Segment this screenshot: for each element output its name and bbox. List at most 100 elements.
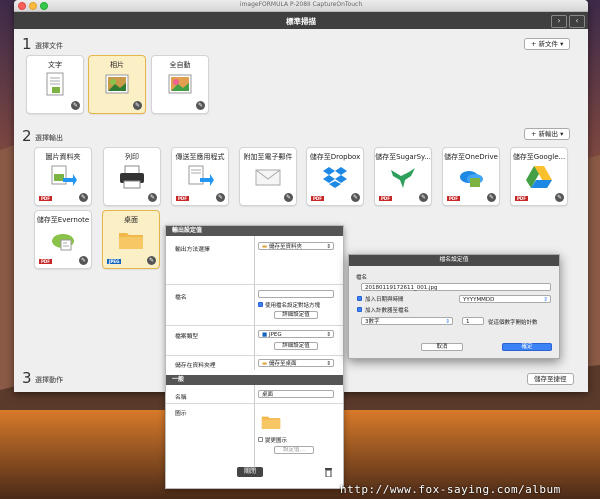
add-date-checkbox[interactable] [357,296,362,301]
tile-label: 相片 [110,61,124,69]
new-document-button[interactable]: + 新文件 ▾ [524,38,571,50]
filetype-detail-button[interactable]: 詳細設定值 [274,342,318,350]
pdf-badge: PDF [39,259,52,264]
output-tile-dropbox[interactable]: 儲存至Dropbox PDF ✎ [306,147,364,206]
filename-settings-dialog: 檔名設定值 檔名 20180119172611_001.jpg 加入日期與時間 … [348,254,560,359]
document-tile-photo[interactable]: 相片 ✎ [88,55,146,114]
dropdown-icon: ⇕ [326,361,331,367]
save-in-folder-value: 儲存至桌面 [268,361,297,367]
hummingbird-icon [391,168,415,188]
edit-pencil-icon[interactable]: ✎ [196,101,205,110]
window-titlebar: imageFORMULA P-208II CaptureOnTouch [14,0,588,12]
step-3-number: 3 [22,369,32,387]
edit-pencil-icon[interactable]: ✎ [419,193,428,202]
folder-icon: ▬ [262,361,268,367]
auto-document-icon [168,74,192,94]
step-2-number: 2 [22,127,32,145]
output-settings-panel: 輸出設定值 輸出方法選擇 ▬ 儲存至資料夾 ⇕ 檔名 使用檔名設定對話方塊 詳細設… [165,225,344,489]
document-tile-auto[interactable]: 全自動 ✎ [151,55,209,114]
output-tile-email[interactable]: 附加至電子郵件 ✎ [239,147,297,206]
pdf-badge: PDF [176,196,189,201]
change-icon-label: 變更圖示 [265,438,288,444]
scan-toolbar: 標準掃描 › ‹ [14,12,588,29]
dropdown-icon: ⇕ [445,319,450,325]
edit-pencil-icon[interactable]: ✎ [79,256,88,265]
output-tile-evernote[interactable]: 儲存至Evernote PDF ✎ [34,210,92,269]
tile-label: 儲存至SugarSy... [375,153,431,161]
filetype-select[interactable]: ■ JPEG ⇕ [258,330,334,338]
name-input[interactable]: 桌面 [258,390,334,398]
tile-label: 圖片資料夾 [45,153,81,161]
tile-label: 文字 [48,61,62,69]
tile-label: 儲存至OneDrive [444,153,498,161]
output-method-label: 輸出方法選擇 [175,247,210,253]
edit-pencil-icon[interactable]: ✎ [148,193,157,202]
app-output-icon [188,165,214,186]
tile-label: 附加至電子郵件 [243,153,293,161]
counter-digits-select[interactable]: 3數字 ⇕ [361,317,453,325]
output-tile-send-to-app[interactable]: 傳送至應用程式 PDF ✎ [171,147,229,206]
edit-pencil-icon[interactable]: ✎ [147,256,156,265]
filename-detail-button[interactable]: 詳細設定值 [274,311,318,319]
output-tile-google-drive[interactable]: 儲存至Google... PDF ✎ [510,147,568,206]
edit-pencil-icon[interactable]: ✎ [487,193,496,202]
output-tile-onedrive[interactable]: 儲存至OneDrive PDF ✎ [442,147,500,206]
step-1-number: 1 [22,35,32,53]
filename-input[interactable] [258,290,334,298]
edit-pencil-icon[interactable]: ✎ [216,193,225,202]
dialog-filename-label: 檔名 [356,275,368,281]
close-panel-button[interactable]: 關閉 [237,467,263,477]
tile-label: 儲存至Dropbox [309,153,361,161]
window-title: imageFORMULA P-208II CaptureOnTouch [239,1,363,8]
folder-icon [119,233,143,249]
dropdown-icon: ⇕ [543,297,548,303]
nav-buttons: › ‹ [551,15,585,28]
new-output-button[interactable]: + 新輸出 ▾ [524,128,571,140]
document-tile-text[interactable]: 文字 ✎ [26,55,84,114]
google-drive-icon [526,166,552,188]
save-in-folder-select[interactable]: ▬ 儲存至桌面 ⇕ [258,359,334,367]
edit-pencil-icon[interactable]: ✎ [79,193,88,202]
folder-icon [261,416,281,429]
icon-settings-button[interactable]: 設定值… [274,446,314,454]
dropdown-icon: ⇕ [326,244,331,250]
output-method-select[interactable]: ▬ 儲存至資料夾 ⇕ [258,242,334,250]
dropdown-icon: ⇕ [326,332,331,338]
dialog-cancel-button[interactable]: 取消 [421,343,463,351]
pdf-badge: PDF [39,196,52,201]
onedrive-icon [460,171,483,187]
counter-start-input[interactable]: 1 [462,317,484,325]
filetype-label: 檔案類型 [175,334,199,340]
use-filename-rule-checkbox[interactable] [258,302,263,307]
change-icon-checkbox[interactable] [258,437,263,442]
date-format-select[interactable]: YYYYMMDD ⇕ [459,295,551,303]
date-format-value: YYYYMMDD [463,297,495,303]
save-shortcut-button[interactable]: 儲存至捷徑 [527,373,574,385]
counter-digits-value: 3數字 [365,319,380,325]
edit-pencil-icon[interactable]: ✎ [133,101,142,110]
edit-pencil-icon[interactable]: ✎ [555,193,564,202]
dialog-filename-input[interactable]: 20180119172611_001.jpg [361,283,551,291]
edit-pencil-icon[interactable]: ✎ [284,193,293,202]
output-tile-picture-folder[interactable]: 圖片資料夾 PDF ✎ [34,147,92,206]
edit-pencil-icon[interactable]: ✎ [71,101,80,110]
trash-icon[interactable] [324,467,333,477]
envelope-icon [255,169,281,186]
forward-button[interactable]: › [551,15,567,28]
back-button[interactable]: ‹ [569,15,585,28]
row-divider [166,325,343,326]
add-counter-checkbox[interactable] [357,307,362,312]
dialog-ok-button[interactable]: 確定 [502,343,552,351]
evernote-icon [52,234,74,251]
output-tile-desktop[interactable]: 桌面 JPEG ✎ [102,210,160,269]
column-divider [254,385,255,470]
output-tile-print[interactable]: 列印 ✎ [103,147,161,206]
output-tile-sugarsync[interactable]: 儲存至SugarSy... PDF ✎ [374,147,432,206]
pdf-badge: PDF [379,196,392,201]
add-date-label: 加入日期與時間 [365,297,404,303]
edit-pencil-icon[interactable]: ✎ [351,193,360,202]
dialog-title: 檔名設定值 [349,255,559,266]
row-divider [166,403,343,404]
step-1-label: 選擇文件 [35,42,63,50]
filename-label: 檔名 [175,295,187,301]
